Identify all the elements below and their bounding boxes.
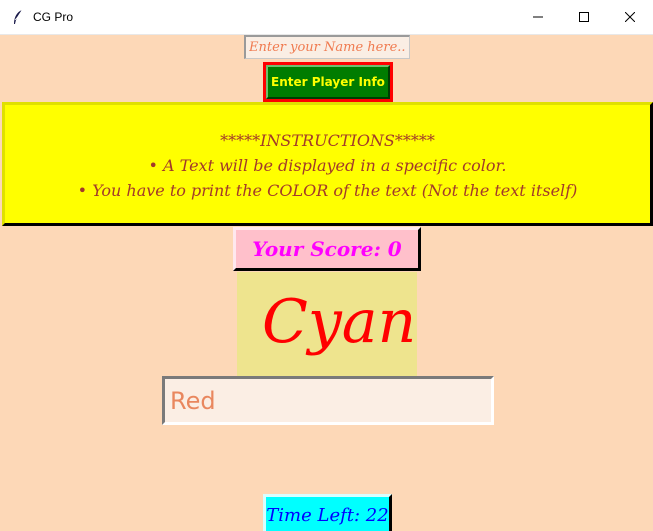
enter-player-info-button[interactable]: Enter Player Info	[266, 65, 390, 99]
window-titlebar: CG Pro	[0, 0, 653, 35]
maximize-button[interactable]	[561, 0, 607, 34]
color-word-panel: Cyan	[237, 272, 417, 376]
score-label: Your Score: 0	[233, 227, 421, 271]
time-left-label: Time Left: 22	[263, 494, 392, 531]
close-icon	[625, 12, 635, 22]
instructions-line-1: • A Text will be displayed in a specific…	[148, 155, 507, 175]
instructions-line-2: • You have to print the COLOR of the tex…	[77, 180, 578, 200]
instructions-heading: *****INSTRUCTIONS*****	[220, 130, 435, 150]
color-word: Cyan	[262, 287, 417, 357]
feather-icon	[14, 9, 23, 24]
close-button[interactable]	[607, 0, 653, 34]
instructions-panel: *****INSTRUCTIONS***** • A Text will be …	[2, 102, 653, 226]
minimize-button[interactable]	[515, 0, 561, 34]
player-button-frame: Enter Player Info	[263, 62, 393, 102]
window-title: CG Pro	[33, 10, 74, 24]
minimize-icon	[533, 16, 543, 18]
color-answer-input[interactable]	[162, 376, 494, 425]
player-name-input[interactable]	[244, 35, 410, 59]
maximize-icon	[579, 12, 589, 22]
